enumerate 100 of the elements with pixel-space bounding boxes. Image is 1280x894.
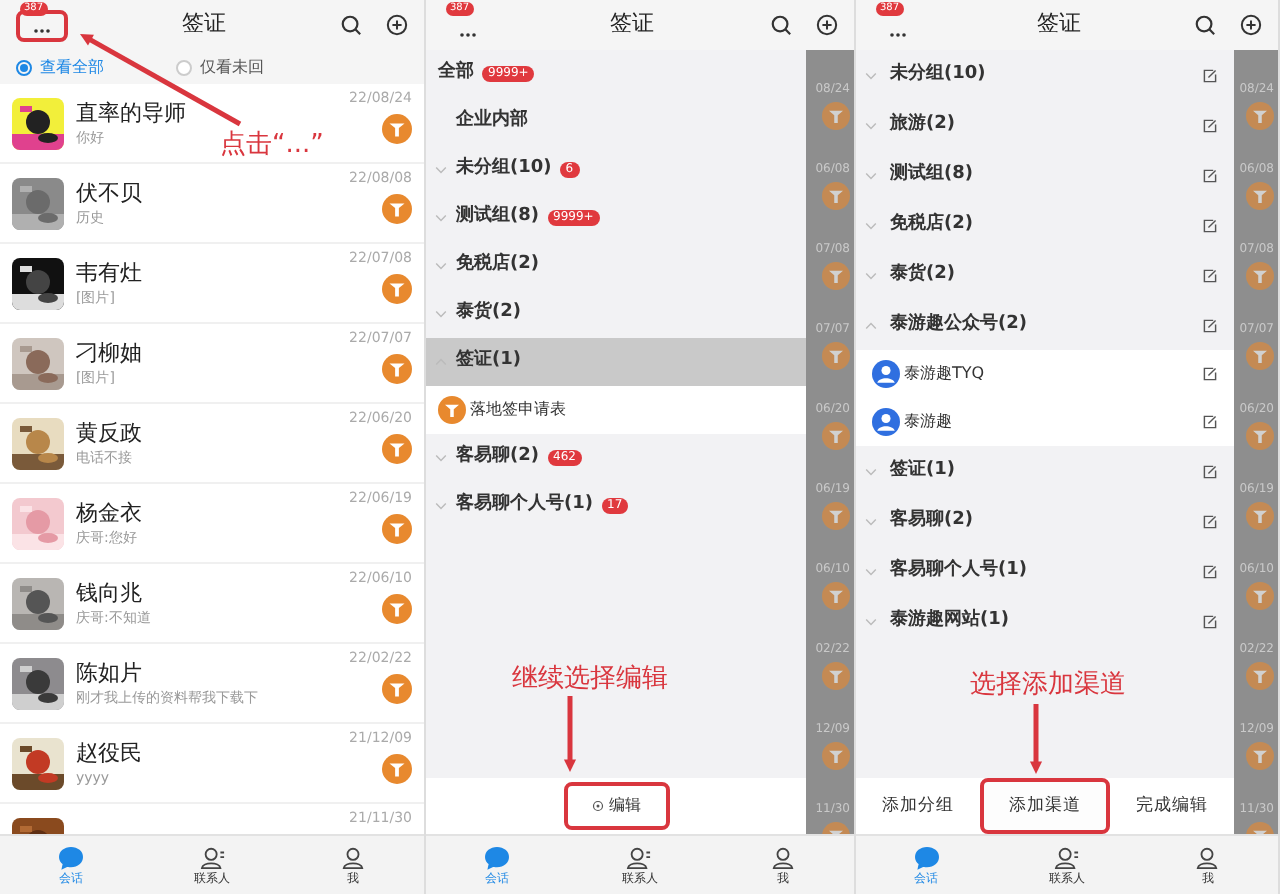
channel-row[interactable]: 泰游趣TYQ [856, 350, 1234, 398]
edit-icon[interactable] [1202, 366, 1218, 382]
edit-icon[interactable] [1202, 613, 1218, 629]
app-icon [1246, 182, 1274, 210]
app-icon [822, 582, 850, 610]
add-icon[interactable] [1240, 14, 1262, 36]
search-icon[interactable] [340, 14, 362, 36]
contact-name: 陈如片 [76, 659, 142, 687]
window-title: 签证 [180, 8, 228, 41]
arrow [563, 696, 577, 772]
group-label: 免税店(2) [456, 252, 539, 279]
chevron-icon [864, 121, 878, 129]
edit-icon[interactable] [1202, 167, 1218, 183]
chat-icon [57, 845, 84, 869]
contact-name: 钱向兆 [76, 579, 142, 607]
app-icon [1246, 742, 1274, 770]
app-icon [822, 742, 850, 770]
group-row[interactable]: 免税店(2) [426, 242, 806, 290]
person-icon [872, 408, 900, 436]
app-icon [382, 354, 412, 384]
channel-label: 泰游趣 [904, 410, 954, 434]
person-icon [1194, 845, 1221, 869]
contact-name: 赵役民 [76, 739, 142, 767]
app-icon [1246, 582, 1274, 610]
chevron-icon [864, 71, 878, 79]
chevron-icon [864, 467, 878, 475]
contact-name: 杨金衣 [76, 499, 142, 527]
group-label: 客易聊个人号(1) [890, 557, 1029, 584]
channel-label: 泰游趣TYQ [904, 362, 987, 386]
app-icon [1246, 102, 1274, 130]
group-row[interactable]: 泰游趣公众号(2) [856, 300, 1234, 350]
app-icon [1246, 262, 1274, 290]
app-icon [1246, 422, 1274, 450]
channel-label: 落地签申请表 [470, 398, 566, 422]
group-row[interactable]: 旅游(2) [856, 100, 1234, 150]
app-icon [822, 102, 850, 130]
app-icon [1246, 502, 1274, 530]
annotation-text: 点击“...” [220, 128, 324, 164]
edit-icon[interactable] [1202, 414, 1218, 430]
add-icon[interactable] [386, 14, 408, 36]
edit-icon[interactable] [1202, 563, 1218, 579]
group-label: 客易聊(2) [456, 444, 539, 471]
chevron-icon [864, 321, 878, 329]
edit-icon[interactable] [1202, 513, 1218, 529]
group-row[interactable]: 测试组(8) [856, 150, 1234, 200]
app-icon [382, 434, 412, 464]
group-row[interactable]: 签证(1) [426, 338, 806, 386]
add-icon[interactable] [816, 14, 838, 36]
chat-icon [913, 845, 940, 869]
group-label: 泰货(2) [890, 261, 957, 288]
group-row[interactable]: 客易聊(2) [856, 496, 1234, 546]
group-label: 签证(1) [890, 457, 957, 484]
group-label: 泰游趣网站(1) [890, 607, 1011, 634]
action-button[interactable]: 添加渠道 [979, 778, 1111, 834]
person-icon [872, 360, 900, 388]
edit-icon[interactable] [1202, 463, 1218, 479]
app-icon [1246, 342, 1274, 370]
channel-row[interactable]: 落地签申请表 [426, 386, 806, 434]
contact-name: 黄反政 [76, 419, 142, 447]
more-icon [32, 27, 52, 33]
group-label: 旅游(2) [890, 111, 957, 138]
edit-icon[interactable] [1202, 317, 1218, 333]
chevron-icon [864, 171, 878, 179]
chevron-icon [434, 262, 448, 270]
group-label: 测试组(8) [456, 204, 539, 231]
group-row[interactable]: 企业内部 [426, 98, 806, 146]
app-icon [382, 594, 412, 624]
edit-icon[interactable] [1202, 67, 1218, 83]
edit-button[interactable]: 编辑 [563, 782, 669, 830]
chevron-icon [434, 454, 448, 462]
group-label: 全部 [438, 60, 474, 87]
filter-radio[interactable]: 仅看未回 [176, 55, 264, 79]
group-label: 测试组(8) [890, 161, 975, 188]
app-icon [822, 182, 850, 210]
edit-icon[interactable] [1202, 267, 1218, 283]
group-row[interactable]: 泰游趣网站(1) [856, 596, 1234, 646]
group-row[interactable]: 客易聊个人号(1) [856, 546, 1234, 596]
group-row[interactable]: 未分组(10) [856, 50, 1234, 100]
edit-icon[interactable] [1202, 217, 1218, 233]
app-icon [822, 662, 850, 690]
contact-name: 直率的导师 [76, 99, 186, 127]
group-label: 客易聊(2) [890, 507, 975, 534]
app-icon [382, 754, 412, 784]
chevron-icon [434, 166, 448, 174]
contacts-icon [199, 845, 225, 869]
group-label: 客易聊个人号(1) [456, 492, 593, 519]
group-label: 泰游趣公众号(2) [890, 311, 1029, 338]
group-label: 未分组(10) [456, 156, 552, 183]
group-row[interactable]: 泰货(2) [426, 290, 806, 338]
edit-icon[interactable] [1202, 117, 1218, 133]
app-icon [822, 262, 850, 290]
search-icon[interactable] [1194, 14, 1216, 36]
group-row[interactable]: 免税店(2) [856, 200, 1234, 250]
search-icon[interactable] [770, 14, 792, 36]
group-row[interactable]: 签证(1) [856, 446, 1234, 496]
contact-name: 刁柳妯 [76, 339, 142, 367]
chevron-icon [434, 310, 448, 318]
more-icon [888, 31, 908, 37]
channel-row[interactable]: 泰游趣 [856, 398, 1234, 446]
group-row[interactable]: 泰货(2) [856, 250, 1234, 300]
